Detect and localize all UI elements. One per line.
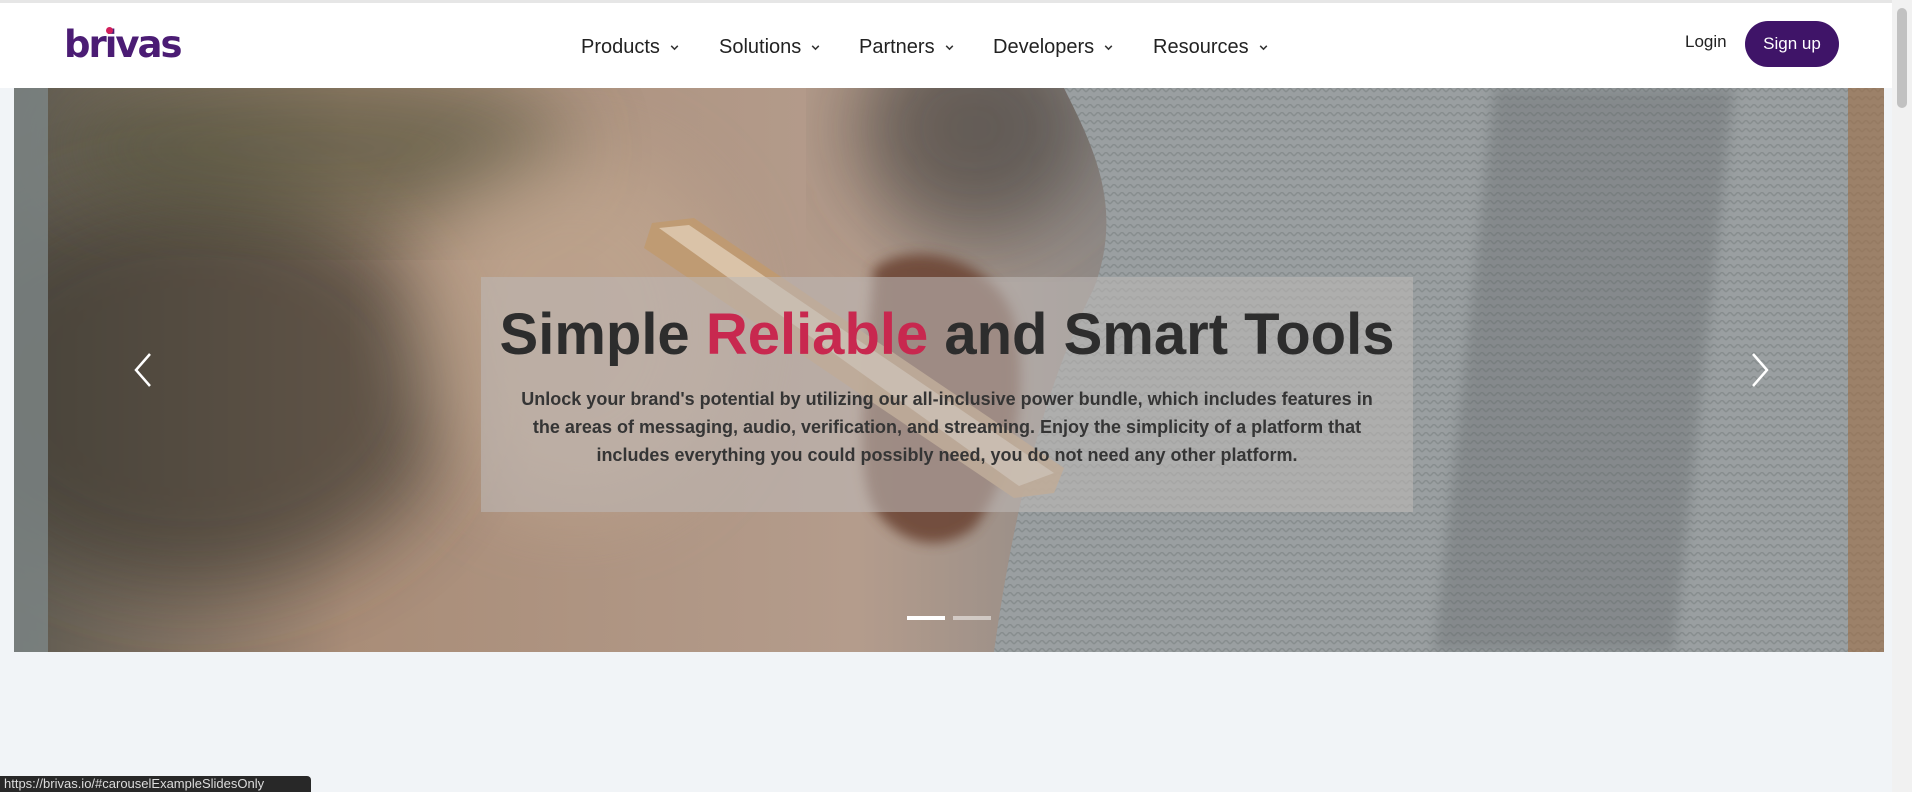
headline-start: Simple (499, 302, 690, 367)
headline-accent: Reliable (705, 302, 929, 367)
nav-item-label: Partners (859, 35, 935, 58)
nav-item-products[interactable]: Products (581, 32, 680, 62)
carousel-prev-icon[interactable] (128, 350, 158, 390)
previous-slide-edge (14, 88, 48, 652)
hero-subtext: Unlock your brand's potential by utilizi… (521, 389, 1373, 465)
headline-end: and Smart Tools (944, 302, 1395, 367)
nav-item-resources[interactable]: Resources (1153, 32, 1269, 62)
hero-carousel: Simple Reliable and Smart Tools Unlock y… (14, 88, 1884, 652)
nav-item-label: Solutions (719, 35, 802, 58)
nav-item-label: Developers (993, 35, 1095, 58)
login-link[interactable]: Login (1685, 32, 1727, 52)
signup-button[interactable]: Sign up (1745, 21, 1839, 67)
nav-item-label: Resources (1153, 35, 1249, 58)
nav-item-label: Products (581, 35, 660, 58)
carousel-indicator-1[interactable] (907, 616, 945, 620)
nav-item-solutions[interactable]: Solutions (719, 32, 821, 62)
chevron-down-icon (1259, 44, 1267, 50)
hero-headline: Simple Reliable and Smart Tools (481, 301, 1413, 368)
page-scrollbar[interactable] (1892, 0, 1912, 792)
link-status-url: https://brivas.io/#carouselExampleSlides… (0, 776, 311, 792)
carousel-indicator-2[interactable] (953, 616, 991, 620)
chevron-down-icon (1104, 44, 1113, 50)
nav-item-partners[interactable]: Partners (859, 32, 955, 62)
chevron-down-icon (945, 44, 953, 50)
next-slide-edge (1848, 88, 1884, 652)
logo-dot-icon (106, 27, 113, 34)
brand-logo[interactable]: brivas (64, 23, 183, 66)
brand-name: brivas (64, 23, 183, 66)
hero-caption: Simple Reliable and Smart Tools Unlock y… (481, 277, 1413, 512)
chevron-down-icon (670, 44, 679, 50)
carousel-next-icon[interactable] (1745, 350, 1775, 390)
nav-item-developers[interactable]: Developers (993, 32, 1114, 62)
site-header: brivas Products Solutions Partners Devel… (0, 3, 1892, 88)
chevron-down-icon (811, 44, 820, 50)
scrollbar-thumb[interactable] (1897, 8, 1907, 108)
